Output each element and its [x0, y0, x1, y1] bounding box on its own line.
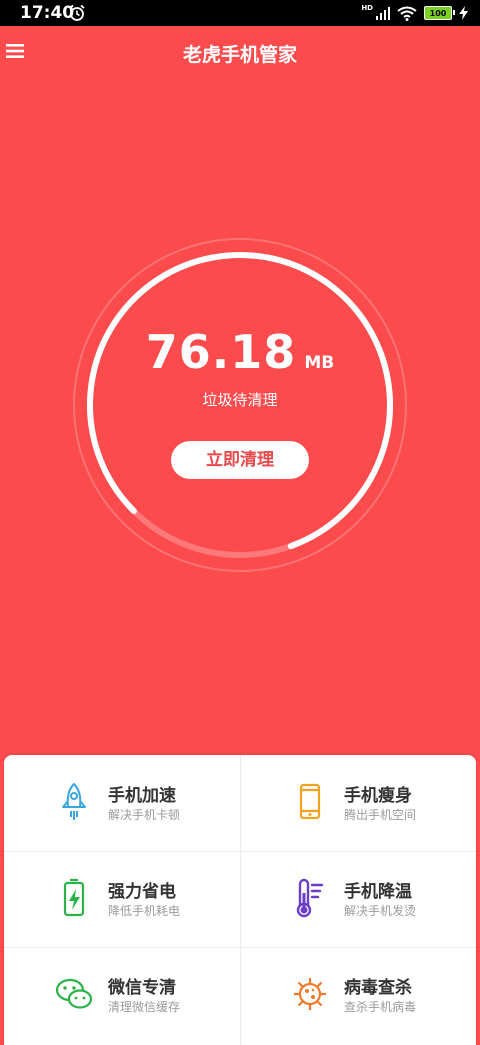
feature-slim[interactable]: 手机瘦身 腾出手机空间: [240, 755, 476, 851]
charging-icon: [459, 6, 468, 20]
feature-power-save[interactable]: 强力省电 降低手机耗电: [4, 851, 240, 947]
junk-gauge: 76.18 MB 垃圾待清理 立即清理: [70, 235, 410, 575]
status-bar: 17:40 HD 100: [0, 0, 480, 26]
network-type-label: HD: [361, 4, 373, 12]
status-time: 17:40: [20, 3, 75, 23]
feature-title: 手机瘦身: [344, 786, 412, 806]
junk-size-unit: MB: [304, 353, 335, 373]
wifi-icon: [397, 6, 417, 21]
junk-label: 垃圾待清理: [202, 391, 278, 409]
battery-icon: 100: [424, 6, 455, 20]
feature-title: 手机降温: [344, 882, 412, 902]
junk-size-value: 76.18: [145, 325, 297, 379]
battery-icon: [63, 878, 85, 917]
virus-icon: [294, 978, 326, 1010]
signal-icon: [376, 7, 390, 20]
feature-desc: 降低手机耗电: [108, 904, 181, 918]
feature-desc: 腾出手机空间: [344, 808, 417, 822]
rocket-icon: [62, 783, 86, 820]
status-indicators: HD 100: [361, 4, 468, 22]
alarm-clock-icon: [69, 4, 85, 21]
feature-virus-scan[interactable]: 病毒查杀 查杀手机病毒: [240, 947, 476, 1043]
feature-desc: 查杀手机病毒: [344, 1000, 417, 1014]
feature-desc: 解决手机发烫: [344, 904, 417, 918]
app-title: 老虎手机管家: [182, 44, 297, 66]
feature-cool-down[interactable]: 手机降温 解决手机发烫: [240, 851, 476, 947]
app-header: 老虎手机管家: [0, 26, 480, 80]
feature-speed-up[interactable]: 手机加速 解决手机卡顿: [4, 755, 240, 851]
feature-title: 微信专清: [108, 978, 176, 998]
phone-icon: [299, 783, 321, 820]
clean-now-button[interactable]: 立即清理: [171, 441, 309, 479]
feature-grid: 手机加速 解决手机卡顿 手机瘦身 腾出手机空间 强力省电 降低手机耗电 手机降温…: [4, 755, 476, 1045]
thermometer-icon: [296, 878, 324, 918]
wechat-icon: [55, 978, 93, 1009]
feature-wechat-clean[interactable]: 微信专清 清理微信缓存: [4, 947, 240, 1043]
battery-level: 100: [429, 8, 447, 18]
feature-desc: 清理微信缓存: [108, 1000, 181, 1014]
feature-desc: 解决手机卡顿: [108, 808, 181, 822]
feature-title: 强力省电: [108, 882, 176, 902]
feature-title: 病毒查杀: [344, 978, 412, 998]
feature-title: 手机加速: [108, 786, 176, 806]
junk-size: 76.18 MB: [70, 325, 410, 379]
